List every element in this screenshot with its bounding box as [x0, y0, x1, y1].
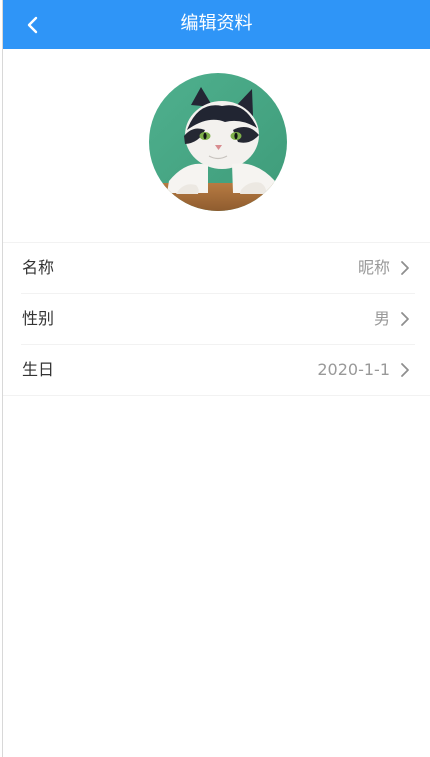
top-nav-bar: 编辑资料: [3, 0, 430, 49]
chevron-right-icon: [401, 261, 409, 275]
name-label: 名称: [22, 258, 55, 277]
page-title: 编辑资料: [180, 13, 253, 34]
birthday-label: 生日: [22, 360, 55, 379]
birthday-value: 2020-1-1: [317, 360, 390, 379]
chevron-right-icon: [401, 312, 409, 326]
chevron-right-icon: [401, 363, 409, 377]
profile-list: 名称 昵称 性别 男 生日 2020-1-1: [3, 242, 430, 396]
edit-profile-screen: 编辑资料 名称 昵称 性别 男 生日 2020-1-1: [0, 0, 430, 757]
profile-row-name[interactable]: 名称 昵称: [21, 243, 415, 294]
cat-avatar-image: [149, 73, 287, 211]
profile-row-gender[interactable]: 性别 男: [21, 294, 415, 345]
avatar[interactable]: [149, 73, 287, 211]
gender-value: 男: [373, 309, 390, 328]
profile-row-birthday[interactable]: 生日 2020-1-1: [21, 345, 415, 395]
gender-label: 性别: [22, 309, 55, 328]
name-value: 昵称: [357, 258, 390, 277]
